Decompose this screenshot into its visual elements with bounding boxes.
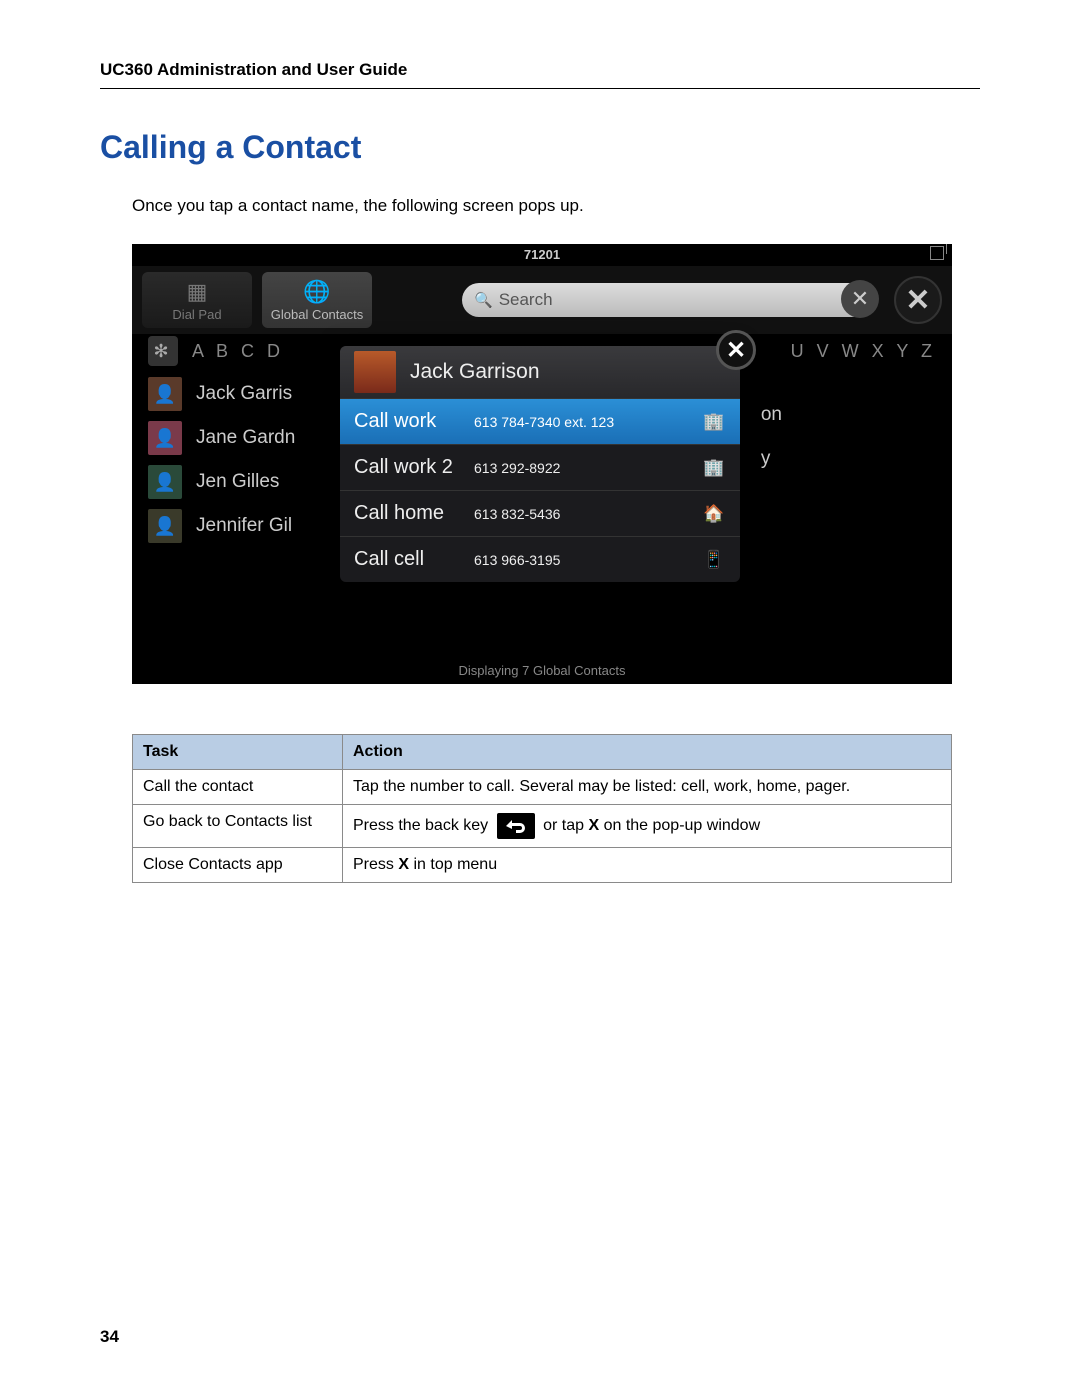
search-icon: 🔍 xyxy=(474,291,493,309)
building-icon: 🏢 xyxy=(702,458,726,478)
alpha-right[interactable]: U V W X Y Z xyxy=(791,341,936,362)
page-number: 34 xyxy=(100,1327,119,1347)
globe-icon: 🌐 xyxy=(303,279,330,305)
action-text: Press the back key xyxy=(353,817,488,834)
hint-text: on xyxy=(761,404,782,426)
favorites-star-icon[interactable]: ✻ xyxy=(148,336,178,366)
call-work2-row[interactable]: Call work 2 613 292-8922 🏢 xyxy=(340,444,740,490)
header-task: Task xyxy=(133,735,343,770)
table-header-row: Task Action xyxy=(133,735,952,770)
action-bold: X xyxy=(588,817,599,834)
row-number: 613 966-3195 xyxy=(474,552,702,568)
action-text: Press xyxy=(353,856,394,873)
action-text: or tap xyxy=(543,817,584,834)
contact-name: Jack Garris xyxy=(196,383,292,405)
search-input[interactable]: 🔍 Search ✕ xyxy=(462,283,874,317)
cell-action: Tap the number to call. Several may be l… xyxy=(343,770,952,805)
hint-text: y xyxy=(761,448,782,470)
screenshot-footer: Displaying 7 Global Contacts xyxy=(132,663,952,678)
screenshot: 71201 ▦ Dial Pad 🌐 Global Contacts 🔍 Sea… xyxy=(132,244,952,684)
search-placeholder: Search xyxy=(499,290,553,310)
avatar xyxy=(354,351,396,393)
action-text: on the pop-up window xyxy=(604,817,761,834)
popup-close-button[interactable]: ✕ xyxy=(716,330,756,370)
task-action-table: Task Action Call the contact Tap the num… xyxy=(132,734,952,883)
popup-contact-name: Jack Garrison xyxy=(410,360,540,384)
contact-popup: ✕ Jack Garrison Call work 613 784-7340 e… xyxy=(340,346,740,582)
intro-text: Once you tap a contact name, the followi… xyxy=(132,196,980,216)
home-icon: 🏠 xyxy=(702,504,726,524)
building-icon: 🏢 xyxy=(702,412,726,432)
avatar: 👤 xyxy=(148,421,182,455)
avatar: 👤 xyxy=(148,377,182,411)
toolbar: ▦ Dial Pad 🌐 Global Contacts 🔍 Search ✕ … xyxy=(132,266,952,334)
cell-task: Call the contact xyxy=(133,770,343,805)
dialpad-button[interactable]: ▦ Dial Pad xyxy=(142,272,252,328)
alpha-left[interactable]: A B C D xyxy=(192,341,284,362)
cell-task: Go back to Contacts list xyxy=(133,805,343,848)
cell-task: Close Contacts app xyxy=(133,848,343,883)
cell-action: Press X in top menu xyxy=(343,848,952,883)
row-label: Call cell xyxy=(354,548,474,571)
search-clear-icon[interactable]: ✕ xyxy=(841,280,879,318)
close-icon: ✕ xyxy=(905,283,930,318)
table-row: Call the contact Tap the number to call.… xyxy=(133,770,952,805)
row-label: Call work 2 xyxy=(354,456,474,479)
contact-name: Jennifer Gil xyxy=(196,515,292,537)
global-contacts-button[interactable]: 🌐 Global Contacts xyxy=(262,272,372,328)
action-bold: X xyxy=(398,856,409,873)
popup-header: Jack Garrison xyxy=(340,346,740,398)
cell-icon: 📱 xyxy=(702,550,726,570)
contact-name: Jen Gilles xyxy=(196,471,279,493)
dialpad-label: Dial Pad xyxy=(172,307,221,322)
avatar: 👤 xyxy=(148,465,182,499)
avatar: 👤 xyxy=(148,509,182,543)
status-number: 71201 xyxy=(524,247,560,262)
table-row: Go back to Contacts list Press the back … xyxy=(133,805,952,848)
row-number: 613 832-5436 xyxy=(474,506,702,522)
dialpad-icon: ▦ xyxy=(187,279,208,305)
row-label: Call home xyxy=(354,502,474,525)
call-work-row[interactable]: Call work 613 784-7340 ext. 123 🏢 xyxy=(340,398,740,444)
call-cell-row[interactable]: Call cell 613 966-3195 📱 xyxy=(340,536,740,582)
row-label: Call work xyxy=(354,410,474,433)
cell-action: Press the back key or tap X on the pop-u… xyxy=(343,805,952,848)
row-number: 613 784-7340 ext. 123 xyxy=(474,414,702,430)
expand-icon xyxy=(930,246,944,260)
section-title: Calling a Contact xyxy=(100,129,980,166)
back-key-icon xyxy=(497,813,535,839)
contact-name: Jane Gardn xyxy=(196,427,295,449)
header-action: Action xyxy=(343,735,952,770)
close-app-button[interactable]: ✕ xyxy=(894,276,942,324)
doc-header: UC360 Administration and User Guide xyxy=(100,60,980,89)
status-bar: 71201 xyxy=(132,244,952,266)
right-column-hint: on y xyxy=(761,404,782,470)
call-home-row[interactable]: Call home 613 832-5436 🏠 xyxy=(340,490,740,536)
row-number: 613 292-8922 xyxy=(474,460,702,476)
global-contacts-label: Global Contacts xyxy=(271,307,364,322)
table-row: Close Contacts app Press X in top menu xyxy=(133,848,952,883)
action-text: in top menu xyxy=(413,856,497,873)
close-icon: ✕ xyxy=(726,336,746,365)
